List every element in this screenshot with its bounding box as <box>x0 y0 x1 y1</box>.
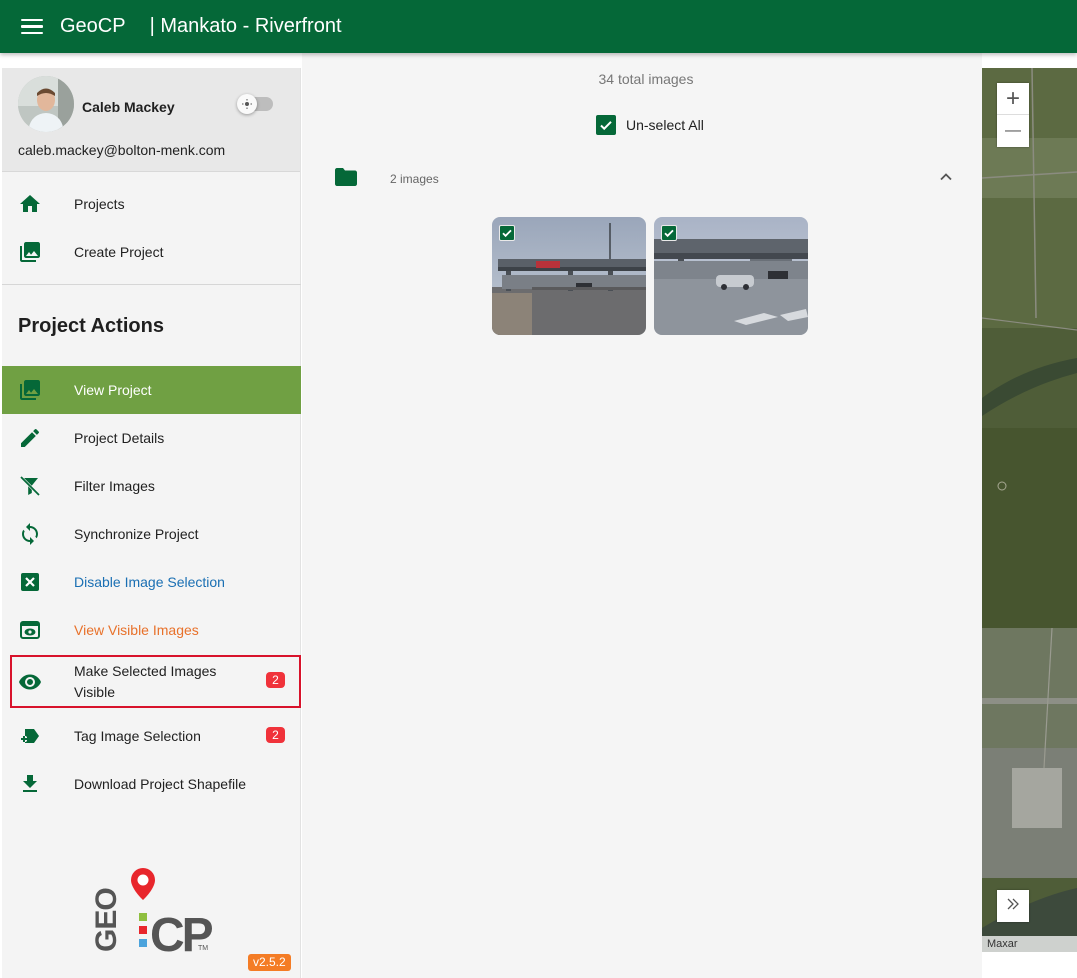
theme-toggle[interactable] <box>237 94 273 114</box>
zoom-out-button[interactable]: — <box>997 115 1029 147</box>
pencil-icon <box>18 426 42 450</box>
sync-icon <box>18 522 42 546</box>
action-project-details[interactable]: Project Details <box>2 414 301 462</box>
action-filter-images[interactable]: Filter Images <box>2 462 301 510</box>
satellite-map[interactable] <box>982 68 1077 952</box>
total-images-count: 34 total images <box>598 71 694 87</box>
project-title: | Mankato - Riverfront <box>149 15 342 37</box>
action-label: View Visible Images <box>74 622 199 638</box>
image-thumbnail[interactable] <box>492 217 646 335</box>
map-attribution: Maxar <box>982 936 1077 952</box>
download-icon <box>18 772 42 796</box>
unselect-all-label: Un-select All <box>626 117 704 133</box>
sun-icon <box>237 94 257 114</box>
nav-item-label: Create Project <box>74 244 164 260</box>
folder-icon <box>335 168 357 186</box>
nav-item-label: Projects <box>74 196 125 212</box>
close-box-icon <box>18 570 42 594</box>
action-label: Synchronize Project <box>74 526 199 542</box>
side-drawer: Caleb Mackey caleb.mackey@bolton-menk.co… <box>2 68 301 978</box>
action-tag-image-selection[interactable]: Tag Image Selection 2 <box>2 712 301 760</box>
action-label: Disable Image Selection <box>74 574 225 590</box>
tag-plus-icon <box>18 724 42 748</box>
action-label: Filter Images <box>74 478 155 494</box>
avatar <box>18 76 74 132</box>
geocp-logo: GEO CP TM <box>86 866 216 962</box>
photo-library-icon <box>18 378 42 402</box>
folder-group-header[interactable]: 2 images <box>302 159 982 197</box>
user-name: Caleb Mackey <box>82 99 175 115</box>
svg-text:GEO: GEO <box>90 888 123 952</box>
chevron-up-icon[interactable] <box>938 169 954 185</box>
action-label: Download Project Shapefile <box>74 776 246 792</box>
expand-panel-button[interactable] <box>997 890 1029 922</box>
nav-item-create-project[interactable]: Create Project <box>2 228 301 276</box>
divider <box>2 284 301 285</box>
action-label: Make Selected Images Visible <box>74 662 217 700</box>
action-make-selected-images-visible[interactable]: Make Selected Images Visible 2 <box>2 655 301 708</box>
app-title: GeoCP <box>60 15 126 37</box>
user-profile: Caleb Mackey caleb.mackey@bolton-menk.co… <box>2 68 300 172</box>
action-download-project-shapefile[interactable]: Download Project Shapefile <box>2 760 301 808</box>
action-label: Tag Image Selection <box>74 728 201 744</box>
filter-off-icon <box>18 474 42 498</box>
version-badge: v2.5.2 <box>248 954 291 971</box>
eye-icon <box>18 670 42 694</box>
hamburger-menu-icon[interactable] <box>21 18 43 35</box>
eye-box-icon <box>18 618 42 642</box>
image-thumbnail[interactable] <box>654 217 808 335</box>
action-label: View Project <box>74 382 152 398</box>
action-label: Project Details <box>74 430 165 446</box>
user-email: caleb.mackey@bolton-menk.com <box>18 142 226 158</box>
unselect-all-checkbox[interactable]: Un-select All <box>596 115 704 135</box>
section-title-project-actions: Project Actions <box>18 315 164 337</box>
home-icon <box>18 192 42 216</box>
count-badge: 2 <box>266 672 285 688</box>
nav-item-projects[interactable]: Projects <box>2 180 301 228</box>
map-zoom-control: + — <box>997 83 1029 147</box>
checkbox-checked-icon <box>596 115 616 135</box>
zoom-in-button[interactable]: + <box>997 83 1029 115</box>
photo-library-icon <box>18 240 42 264</box>
image-gallery: 34 total images Un-select All 2 images <box>302 53 982 978</box>
folder-image-count: 2 images <box>390 172 439 186</box>
action-view-project[interactable]: View Project <box>2 366 301 414</box>
action-disable-image-selection[interactable]: Disable Image Selection <box>2 558 301 606</box>
chevron-double-right-icon <box>1005 896 1021 917</box>
count-badge: 2 <box>266 727 285 743</box>
action-view-visible-images[interactable]: View Visible Images <box>2 606 301 654</box>
top-app-bar: GeoCP | Mankato - Riverfront <box>0 0 1077 53</box>
checkbox-checked-icon[interactable] <box>499 225 515 241</box>
checkbox-checked-icon[interactable] <box>661 225 677 241</box>
action-synchronize-project[interactable]: Synchronize Project <box>2 510 301 558</box>
svg-text:TM: TM <box>198 945 208 952</box>
